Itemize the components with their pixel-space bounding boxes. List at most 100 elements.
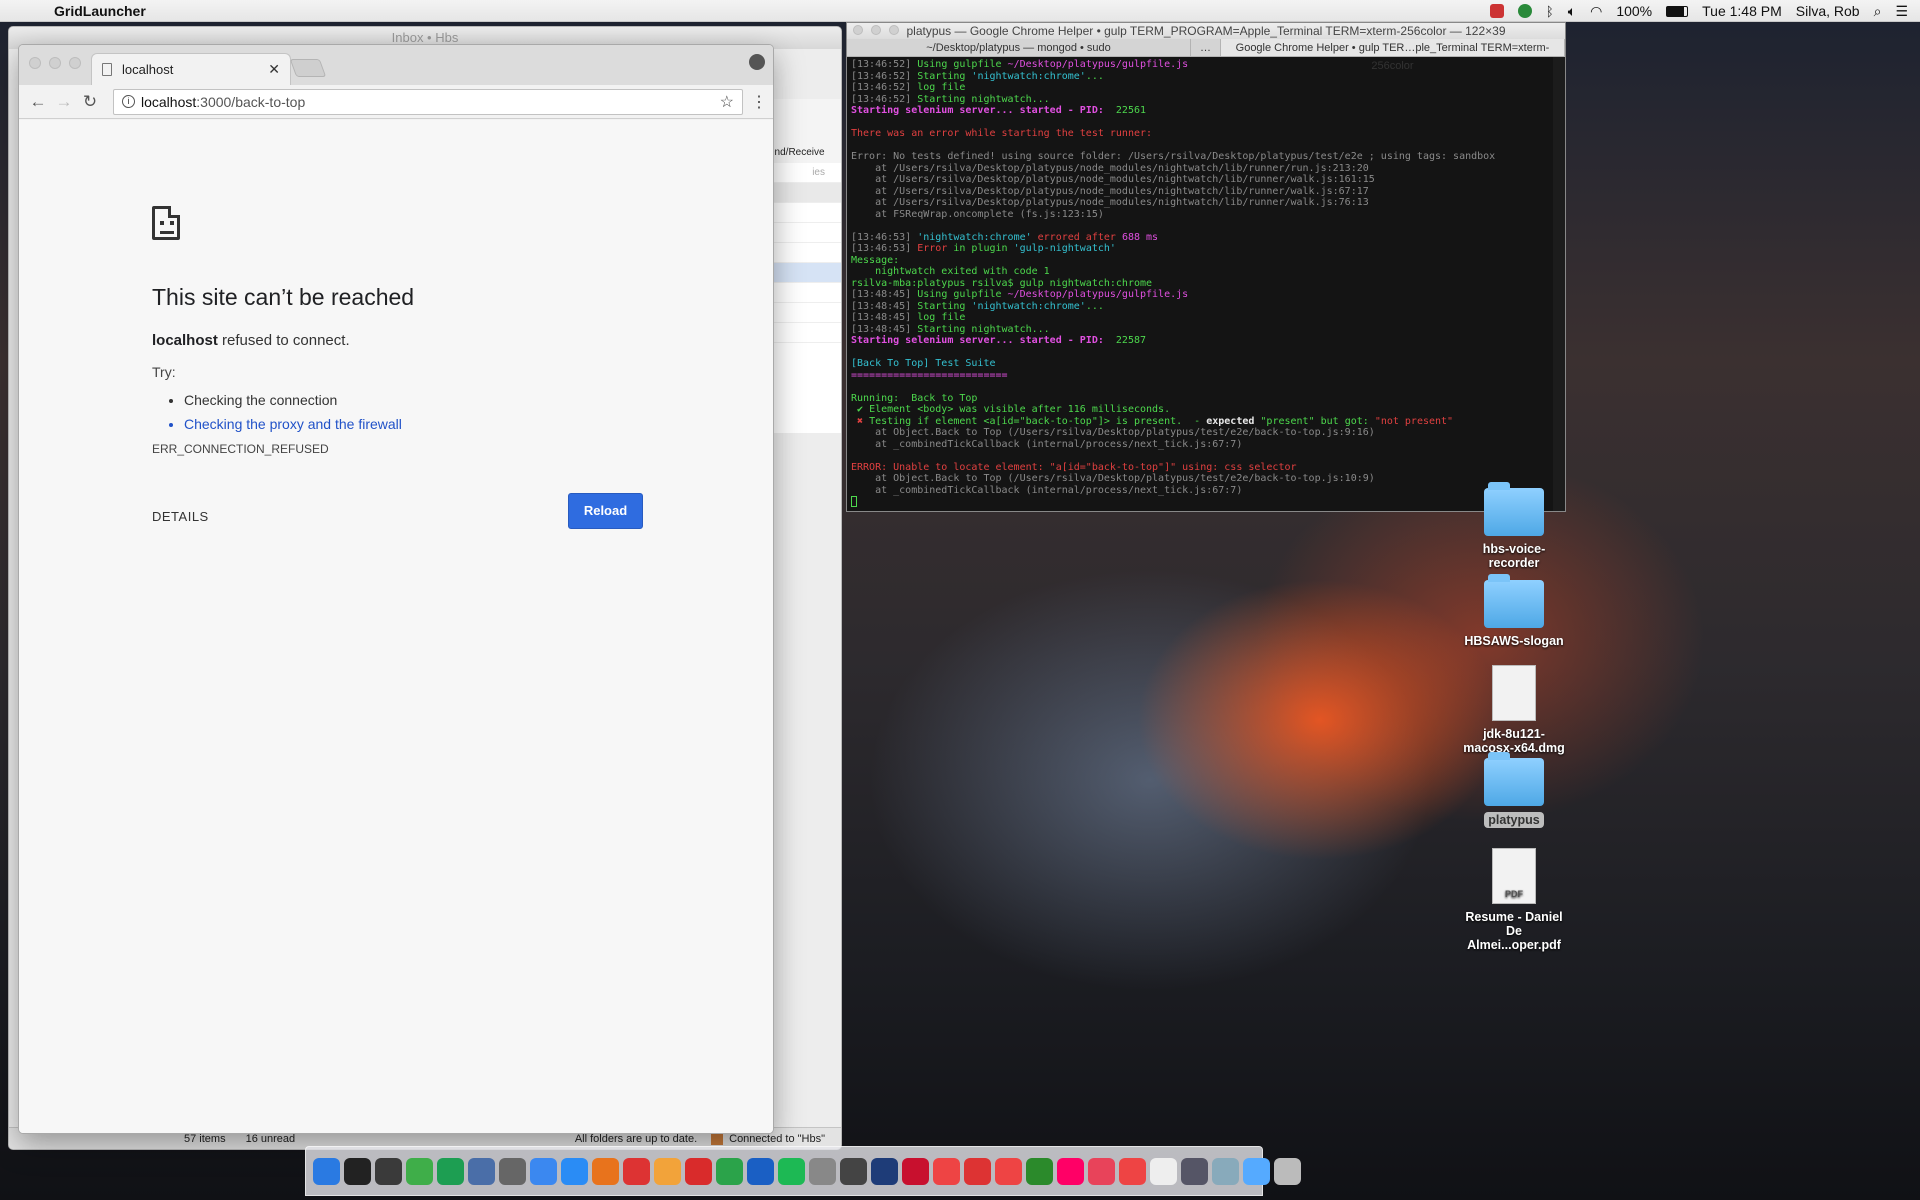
dock-app-icon[interactable] — [1212, 1157, 1239, 1185]
dock-app-icon[interactable] — [1057, 1157, 1084, 1185]
dock-app-icon[interactable] — [1088, 1157, 1115, 1185]
dock-app-icon[interactable] — [468, 1157, 495, 1185]
desktop-icon[interactable]: platypus — [1459, 752, 1569, 828]
desktop-icon[interactable]: jdk-8u121-macosx-x64.dmg — [1459, 665, 1569, 755]
dock-app-icon[interactable] — [530, 1157, 557, 1185]
wifi-icon[interactable]: ◠ — [1590, 3, 1602, 20]
spotlight-icon[interactable]: ⌕ — [1874, 3, 1882, 20]
terminal-tab-overflow[interactable]: … — [1191, 39, 1221, 56]
filter-label[interactable]: ies — [770, 163, 841, 183]
user-name[interactable]: Silva, Rob — [1796, 3, 1860, 19]
reload-icon[interactable]: ↻ — [79, 92, 101, 112]
volume-icon[interactable]: 🔈︎ — [1568, 3, 1576, 20]
terminal-line: at Object.Back to Top (/Users/rsilva/Des… — [851, 427, 1561, 439]
dock-app-icon[interactable] — [716, 1157, 743, 1185]
close-window-button[interactable] — [29, 57, 41, 69]
terminal-text: ~/Desktop/platypus/gulpfile.js — [1007, 289, 1189, 300]
close-window-button[interactable] — [853, 25, 863, 35]
new-tab-button[interactable] — [289, 59, 327, 77]
status-area: ᛒ 🔈︎ ◠ 100% Tue 1:48 PM Silva, Rob ⌕ ☰ — [1489, 0, 1908, 22]
dock-app-icon[interactable] — [1150, 1157, 1177, 1185]
dock-app-icon[interactable] — [592, 1157, 619, 1185]
terminal-text: Starting selenium server... started - PI… — [851, 105, 1116, 116]
dock-app-icon[interactable] — [685, 1157, 712, 1185]
suggestion-link[interactable]: Checking the proxy and the firewall — [184, 412, 402, 436]
dock-app-icon[interactable] — [902, 1157, 929, 1185]
list-item[interactable] — [770, 263, 841, 283]
list-item[interactable] — [770, 303, 841, 323]
shield-icon[interactable] — [1489, 4, 1504, 18]
zoom-window-button[interactable] — [889, 25, 899, 35]
list-item[interactable] — [770, 223, 841, 243]
terminal-text: ~/Desktop/platypus/gulpfile.js — [1007, 59, 1189, 70]
back-icon[interactable]: ← — [27, 92, 49, 112]
dock-app-icon[interactable] — [747, 1157, 774, 1185]
dock-app-icon[interactable] — [809, 1157, 836, 1185]
profile-icon[interactable] — [749, 54, 765, 70]
dock-app-icon[interactable] — [344, 1157, 371, 1185]
dock-app-icon[interactable] — [437, 1157, 464, 1185]
minimize-window-button[interactable] — [49, 57, 61, 69]
minimize-window-button[interactable] — [871, 25, 881, 35]
dock-app-icon[interactable] — [964, 1157, 991, 1185]
terminal-output[interactable]: [13:46:52] Using gulpfile ~/Desktop/plat… — [847, 57, 1565, 510]
terminal-text: Error: No tests defined! using source fo… — [851, 151, 1496, 162]
terminal-title: platypus — Google Chrome Helper • gulp T… — [906, 24, 1506, 38]
dock-app-icon[interactable] — [840, 1157, 867, 1185]
tab-localhost[interactable]: localhost ✕ — [91, 53, 291, 85]
desktop-icon[interactable]: hbs-voice-recorder — [1459, 482, 1569, 570]
close-tab-icon[interactable]: ✕ — [268, 61, 280, 78]
bookmark-star-icon[interactable]: ☆ — [720, 92, 734, 112]
terminal-line: rsilva-mba:platypus rsilva$ gulp nightwa… — [851, 278, 1561, 290]
list-item[interactable] — [770, 243, 841, 263]
dock-app-icon[interactable] — [1026, 1157, 1053, 1185]
details-button[interactable]: DETAILS — [152, 509, 209, 524]
terminal-scrollbar[interactable] — [1553, 57, 1565, 511]
desktop-icon[interactable]: HBSAWS-slogan — [1459, 574, 1569, 648]
battery-percent[interactable]: 100% — [1616, 3, 1652, 19]
reload-button[interactable]: Reload — [568, 493, 643, 529]
address-bar[interactable]: i localhost:3000/back-to-top ☆ — [113, 88, 743, 115]
dock-app-icon[interactable] — [778, 1157, 805, 1185]
terminal-tabs: ~/Desktop/platypus — mongod • sudo … Goo… — [847, 39, 1565, 72]
clock[interactable]: Tue 1:48 PM — [1702, 3, 1782, 19]
dock-app-icon[interactable] — [375, 1157, 402, 1185]
list-item[interactable] — [770, 183, 841, 203]
skype-icon[interactable] — [1517, 4, 1532, 18]
dock-app-icon[interactable] — [406, 1157, 433, 1185]
dock-app-icon[interactable] — [1119, 1157, 1146, 1185]
list-item[interactable] — [770, 283, 841, 303]
active-app-name[interactable]: GridLauncher — [54, 3, 146, 19]
dock-app-icon[interactable] — [313, 1157, 340, 1185]
dock-app-icon[interactable] — [623, 1157, 650, 1185]
dock-app-icon[interactable] — [995, 1157, 1022, 1185]
folder-icon — [1484, 752, 1544, 806]
dock-app-icon[interactable] — [499, 1157, 526, 1185]
zoom-window-button[interactable] — [69, 57, 81, 69]
sad-document-icon — [152, 206, 180, 240]
list-item[interactable] — [770, 323, 841, 343]
dock-app-icon[interactable] — [1243, 1157, 1270, 1185]
dock-app-icon[interactable] — [654, 1157, 681, 1185]
bluetooth-icon[interactable]: ᛒ — [1546, 4, 1554, 19]
desktop-icon[interactable]: PDF Resume - Daniel De Almei...oper.pdf — [1459, 848, 1569, 952]
terminal-tab[interactable]: ~/Desktop/platypus — mongod • sudo — [847, 39, 1191, 56]
dock-app-icon[interactable] — [1274, 1157, 1301, 1185]
terminal-text: [Back To Top] Test Suite — [851, 358, 996, 369]
forward-icon[interactable]: → — [53, 92, 75, 112]
chrome-menu-icon[interactable]: ⋮ — [751, 92, 767, 112]
site-info-icon[interactable]: i — [122, 95, 135, 108]
send-receive-button[interactable]: end/Receive — [769, 147, 825, 158]
desktop-icon-label: jdk-8u121-macosx-x64.dmg — [1463, 727, 1565, 755]
dock-app-icon[interactable] — [933, 1157, 960, 1185]
dock-app-icon[interactable] — [871, 1157, 898, 1185]
terminal-tab-active[interactable]: Google Chrome Helper • gulp TER…ple_Term… — [1221, 39, 1565, 72]
battery-icon[interactable] — [1666, 5, 1689, 17]
terminal-text: at Object.Back to Top (/Users/rsilva/Des… — [851, 427, 1375, 438]
terminal-text: ✖ — [851, 415, 870, 427]
notification-center-icon[interactable]: ☰ — [1895, 3, 1908, 20]
dock-app-icon[interactable] — [1181, 1157, 1208, 1185]
terminal-text: Starting selenium server... started - PI… — [851, 335, 1116, 346]
list-item[interactable] — [770, 203, 841, 223]
dock-app-icon[interactable] — [561, 1157, 588, 1185]
